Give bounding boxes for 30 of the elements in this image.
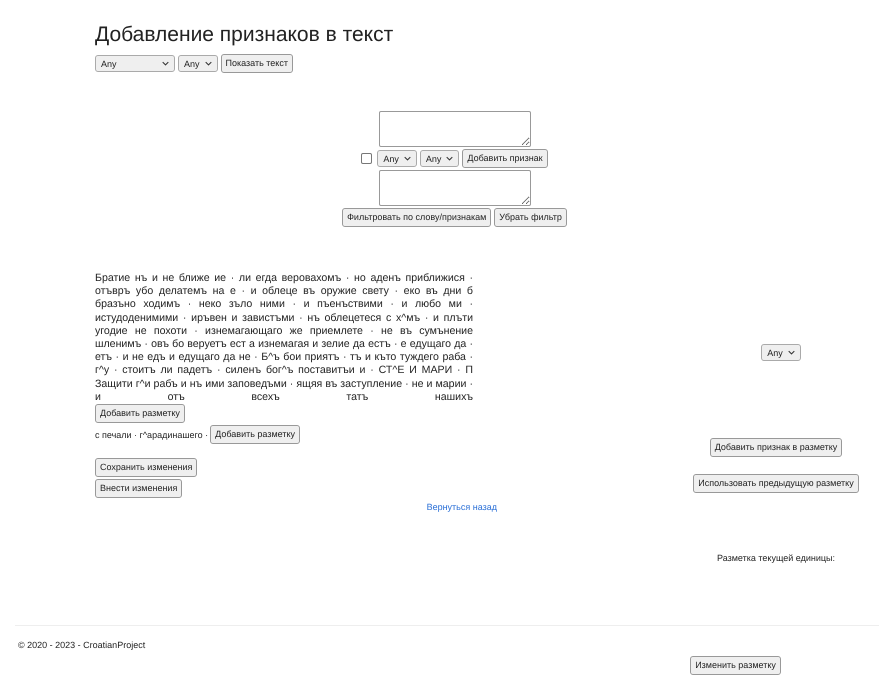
chevron-down-icon — [404, 156, 411, 161]
show-text-button[interactable]: Показать текст — [220, 54, 293, 73]
add-markup-button[interactable]: Добавить разметку — [95, 404, 185, 424]
text-paragraph: Братие нъ и не ближе ие · ли егда веровахомъ · но аденъ приближися · отъвръ убо делатемъ на е · и облеце въ оружие свету · еко въ дни б бразъно ходимъ · неко зъло ними · и пъенъствими · и любо ми · истудоденимими · иръвен и завистъми · нъ облецетеся с х^мъ · и плъти угодие не похоти · изнемагающаго же приемлете · не въ сумънение шленимъ · овъ бо веруетъ ест а изнемагая и зелие да естъ · е едущаго да · етъ · и не едъ и едущаго да не · Б^ъ бои приятъ · тъ и къто туждего раба · г^у · стоитъ ли падетъ · силенъ бог^ъ поставитъи и · СТ^Е И МАРИ · П Защити г^и рабъ и нъ ими заповедъми · ящяя въ заступление · не и марии · и отъ всехъ татъ нашихъ — [95, 272, 473, 404]
text-area[interactable] — [378, 111, 530, 147]
add-markup-button[interactable]: Добавить разметку — [210, 425, 300, 444]
text-fragment: с печали · г^арадинашего · — [95, 430, 208, 440]
copyright-text: © 2020 - 2023 - CroatianProject — [18, 640, 146, 650]
apply-button[interactable]: Внести изменения — [95, 479, 182, 498]
select-dropdown[interactable]: Any — [178, 55, 218, 72]
select-dropdown[interactable]: Any — [95, 55, 175, 72]
checkbox[interactable] — [361, 153, 372, 164]
text-area[interactable] — [378, 170, 530, 206]
select-dropdown[interactable]: Any — [761, 344, 801, 361]
chevron-down-icon — [204, 61, 212, 66]
edit-markup-button[interactable]: Изменить разметку — [690, 656, 781, 675]
use-previous-markup-button[interactable]: Использовать предыдущую разметку — [693, 474, 859, 493]
page-title: Добавление признаков в текст — [94, 22, 394, 48]
save-button[interactable]: Сохранить изменения — [95, 458, 198, 478]
back-link[interactable]: Вернуться назад — [426, 502, 497, 512]
select-dropdown[interactable]: Any — [420, 150, 460, 167]
chevron-down-icon — [446, 156, 454, 161]
current-markup-label: Разметка текущей единицы: — [716, 553, 835, 563]
add-feature-to-markup-button[interactable]: Добавить признак в разметку — [710, 438, 842, 457]
chevron-down-icon — [788, 350, 795, 355]
chevron-down-icon — [162, 61, 169, 66]
filter-button[interactable]: Фильтровать по слову/признакам — [342, 208, 492, 227]
clear-filter-button[interactable]: Убрать фильтр — [494, 208, 567, 227]
select-dropdown[interactable]: Any — [377, 150, 417, 167]
add-feature-button[interactable]: Добавить признак — [462, 149, 548, 168]
